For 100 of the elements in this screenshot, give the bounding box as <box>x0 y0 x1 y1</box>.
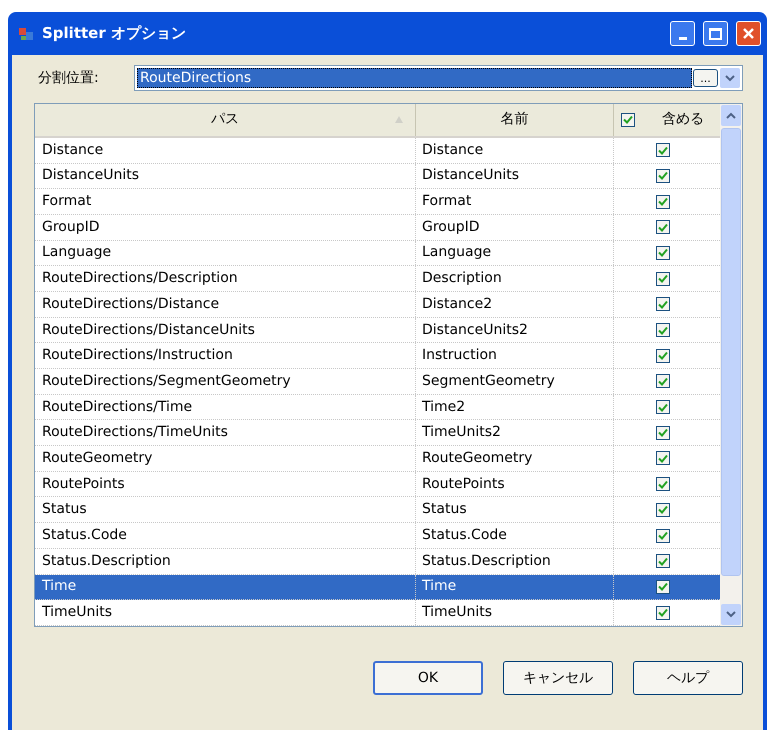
table-row[interactable]: DistanceUnits DistanceUnits <box>35 164 720 190</box>
table-cell: Status <box>35 497 416 522</box>
minimize-button[interactable] <box>670 21 695 46</box>
table-row[interactable]: RouteDirections/Distance Distance2 <box>35 292 720 318</box>
browse-button[interactable]: ... <box>693 69 718 87</box>
table-cell: Status <box>416 497 614 522</box>
table-row[interactable]: Format Format <box>35 189 720 215</box>
checkbox[interactable] <box>656 426 670 440</box>
checkbox[interactable] <box>656 272 670 286</box>
table-cell: TimeUnits2 <box>416 420 614 446</box>
table-cell: GroupID <box>416 214 614 240</box>
table-cell: Time2 <box>416 394 614 420</box>
close-icon <box>742 27 755 40</box>
checkbox[interactable] <box>656 477 670 492</box>
split-position-field[interactable]: RouteDirections ... <box>134 65 743 91</box>
table-cell: TimeUnits <box>416 600 614 625</box>
check-icon <box>658 582 668 592</box>
table-cell: RouteDirections/SegmentGeometry <box>35 369 416 394</box>
check-icon <box>658 248 668 258</box>
table-row[interactable]: RoutePoints RoutePoints <box>35 472 720 498</box>
table-row[interactable]: GroupID GroupID <box>35 214 720 241</box>
checkbox[interactable] <box>656 502 670 517</box>
table-row[interactable]: Time Time <box>35 574 720 600</box>
table-cell: Status.Description <box>35 548 416 574</box>
column-header[interactable]: パス <box>35 104 416 136</box>
checkbox[interactable] <box>656 246 670 260</box>
table-cell: Time <box>416 574 614 600</box>
table-cell: GroupID <box>35 214 416 240</box>
checkbox[interactable] <box>656 400 670 414</box>
checkbox[interactable] <box>621 112 635 127</box>
dialog-button[interactable]: キャンセル <box>503 661 613 695</box>
window-title: Splitter オプション <box>42 23 187 44</box>
table-cell: DistanceUnits <box>35 164 416 188</box>
app-icon <box>18 26 34 42</box>
maximize-button[interactable] <box>703 21 728 46</box>
check-icon <box>658 326 668 335</box>
table-cell: Description <box>416 266 614 291</box>
table-row[interactable]: RouteDirections/Instruction Instruction <box>35 343 720 370</box>
check-icon <box>658 376 668 386</box>
table-row[interactable]: RouteDirections/TimeUnits TimeUnits2 <box>35 420 720 446</box>
checkbox[interactable] <box>656 580 670 594</box>
table-cell: RoutePoints <box>35 472 416 496</box>
chevron-down-icon <box>726 611 736 618</box>
checkbox[interactable] <box>656 451 670 466</box>
table-row[interactable]: RouteDirections/SegmentGeometry SegmentGeometry <box>35 369 720 395</box>
table-cell: Instruction <box>416 343 614 368</box>
checkbox[interactable] <box>656 168 670 183</box>
column-header[interactable]: 名前 <box>416 104 614 136</box>
table-row[interactable]: Status Status <box>35 497 720 524</box>
table-cell: RoutePoints <box>416 472 614 496</box>
table-row[interactable]: TimeUnits TimeUnits <box>35 600 720 626</box>
scrollbar[interactable] <box>720 104 742 626</box>
check-icon <box>658 428 668 438</box>
check-icon <box>658 608 668 618</box>
scrollbar-thumb[interactable] <box>721 128 741 576</box>
table-cell: DistanceUnits <box>416 164 614 188</box>
checkbox[interactable] <box>656 528 670 543</box>
check-icon <box>658 480 668 489</box>
dialog-button[interactable]: OK <box>373 661 483 695</box>
check-icon <box>658 454 668 463</box>
table-cell: RouteDirections/Distance <box>35 292 416 317</box>
table-cell: RouteDirections/Time <box>35 394 416 420</box>
checkbox[interactable] <box>656 606 670 620</box>
table-row[interactable]: RouteDirections/Time Time2 <box>35 394 720 420</box>
table-cell: Language <box>416 240 614 266</box>
checkbox[interactable] <box>656 323 670 338</box>
check-icon <box>658 197 668 206</box>
check-icon <box>658 402 668 412</box>
chevron-up-icon <box>726 112 736 119</box>
table-cell: Distance <box>416 138 614 163</box>
checkbox[interactable] <box>656 297 670 312</box>
checkbox[interactable] <box>656 143 670 158</box>
checkbox[interactable] <box>656 554 670 568</box>
column-header[interactable]: 含める <box>662 109 704 130</box>
checkbox[interactable] <box>656 374 670 388</box>
checkbox[interactable] <box>656 348 670 363</box>
check-icon <box>658 531 668 540</box>
table-row[interactable]: RouteDirections/DistanceUnits DistanceUnits2 <box>35 318 720 344</box>
table-row[interactable]: RouteGeometry RouteGeometry <box>35 446 720 472</box>
table-cell: RouteGeometry <box>35 446 416 471</box>
close-button[interactable] <box>736 21 761 46</box>
check-icon <box>658 146 668 155</box>
table-cell: RouteDirections/DistanceUnits <box>35 318 416 342</box>
table-cell: Distance2 <box>416 292 614 317</box>
checkbox[interactable] <box>656 194 670 209</box>
check-icon <box>658 351 668 360</box>
checkbox[interactable] <box>656 220 670 234</box>
table-cell: Time <box>35 574 416 600</box>
table-cell: RouteDirections/Description <box>35 266 416 291</box>
dropdown-button[interactable] <box>720 68 740 88</box>
chevron-down-icon <box>725 74 735 82</box>
table-row[interactable]: RouteDirections/Description Description <box>35 266 720 292</box>
table-cell: Status.Code <box>416 523 614 548</box>
table-row[interactable]: Language Language <box>35 240 720 266</box>
table-row[interactable]: Distance Distance <box>35 138 720 164</box>
sort-icon <box>395 116 403 123</box>
table-row[interactable]: Status.Code Status.Code <box>35 523 720 549</box>
table-cell: Distance <box>35 138 416 163</box>
table-cell: RouteDirections/TimeUnits <box>35 420 416 446</box>
dialog-button[interactable]: ヘルプ <box>633 661 743 695</box>
